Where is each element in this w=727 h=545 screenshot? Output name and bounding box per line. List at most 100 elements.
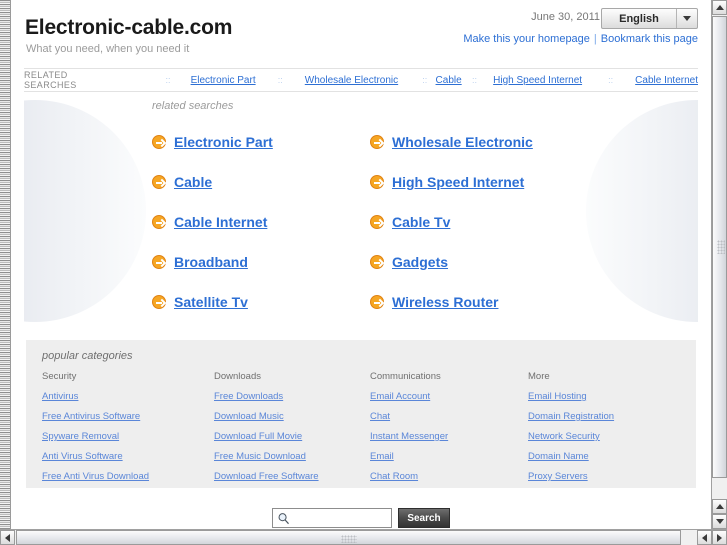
window-left-gutter	[0, 0, 11, 529]
triangle-up-icon	[715, 504, 724, 509]
scroll-right-button[interactable]	[712, 530, 727, 545]
related-search-link-8[interactable]: Satellite Tv	[174, 294, 248, 310]
related-search-link-5[interactable]: Cable Tv	[392, 214, 450, 230]
scroll-up-button[interactable]	[712, 0, 727, 15]
related-search-link-7[interactable]: Gadgets	[392, 254, 448, 270]
related-search-link-3[interactable]: High Speed Internet	[392, 174, 524, 190]
arrow-circle-right-icon	[152, 175, 166, 189]
category-link[interactable]: Antivirus	[42, 391, 214, 402]
related-searches-panel: related searches Electronic Part Wholesa…	[24, 92, 698, 332]
category-link[interactable]: Domain Registration	[528, 411, 680, 422]
scroll-up-button-secondary[interactable]	[712, 499, 727, 514]
dots-separator-icon: ::	[165, 75, 171, 85]
scroll-left-button-secondary[interactable]	[697, 530, 712, 545]
arrow-circle-right-icon	[152, 255, 166, 269]
page-title: Electronic-cable.com	[25, 16, 233, 39]
related-search-item[interactable]: Broadband	[152, 242, 370, 282]
browser-viewport: Electronic-cable.com What you need, when…	[0, 0, 727, 545]
category-column-downloads: Downloads Free Downloads Download Music …	[214, 371, 370, 491]
chevron-down-glyph	[683, 16, 691, 21]
category-link[interactable]: Network Security	[528, 431, 680, 442]
header-link-separator: |	[593, 33, 597, 45]
related-search-link-2[interactable]: Cable	[174, 174, 212, 190]
language-select-value: English	[619, 12, 659, 25]
page-content: Electronic-cable.com What you need, when…	[12, 0, 710, 529]
category-link[interactable]: Chat	[370, 411, 528, 422]
category-link[interactable]: Email Hosting	[528, 391, 680, 402]
related-bar-link-1[interactable]: Wholesale Electronic	[305, 75, 398, 86]
related-search-item[interactable]: Electronic Part	[152, 122, 370, 162]
related-search-item[interactable]: Gadgets	[370, 242, 582, 282]
language-select[interactable]: English	[601, 8, 698, 29]
dots-separator-icon: ::	[277, 75, 283, 85]
category-link[interactable]: Free Downloads	[214, 391, 370, 402]
search-button[interactable]: Search	[398, 508, 450, 528]
related-search-item[interactable]: Cable Internet	[152, 202, 370, 242]
category-title: Communications	[370, 371, 441, 382]
horizontal-scrollbar[interactable]	[0, 529, 727, 545]
current-date: June 30, 2011	[531, 11, 600, 23]
header-links: Make this your homepage | Bookmark this pa…	[463, 33, 698, 45]
category-link[interactable]: Domain Name	[528, 451, 680, 462]
site-tagline: What you need, when you need it	[26, 43, 190, 55]
search-input[interactable]	[293, 511, 387, 525]
category-link[interactable]: Email	[370, 451, 528, 462]
horizontal-scrollbar-thumb[interactable]	[16, 530, 681, 545]
related-search-link-6[interactable]: Broadband	[174, 254, 248, 270]
category-link[interactable]: Download Full Movie	[214, 431, 370, 442]
related-bar-link-3[interactable]: High Speed Internet	[493, 75, 582, 86]
related-search-item[interactable]: Wholesale Electronic	[370, 122, 582, 162]
related-search-link-9[interactable]: Wireless Router	[392, 294, 498, 310]
related-searches-grid: Electronic Part Wholesale Electronic Cab…	[152, 122, 582, 322]
scrollbar-grip-icon	[340, 535, 357, 543]
category-link[interactable]: Spyware Removal	[42, 431, 214, 442]
related-search-link-0[interactable]: Electronic Part	[174, 134, 273, 150]
arrow-circle-right-icon	[152, 135, 166, 149]
chevron-down-icon	[676, 9, 697, 28]
arrow-circle-right-icon	[152, 215, 166, 229]
scroll-down-button[interactable]	[712, 514, 727, 529]
related-search-link-4[interactable]: Cable Internet	[174, 214, 267, 230]
category-link[interactable]: Proxy Servers	[528, 471, 680, 482]
bookmark-page-link[interactable]: Bookmark this page	[601, 33, 698, 45]
category-link[interactable]: Download Free Software	[214, 471, 370, 482]
arrow-circle-right-icon	[370, 175, 384, 189]
category-link[interactable]: Free Music Download	[214, 451, 370, 462]
related-bar-link-4[interactable]: Cable Internet	[635, 75, 698, 86]
dots-separator-icon: ::	[471, 75, 477, 85]
related-search-link-1[interactable]: Wholesale Electronic	[392, 134, 533, 150]
related-bar-link-2[interactable]: Cable	[436, 75, 462, 86]
related-search-item[interactable]: Wireless Router	[370, 282, 582, 322]
dots-separator-icon: ::	[608, 75, 614, 85]
category-link[interactable]: Download Music	[214, 411, 370, 422]
related-search-item[interactable]: Satellite Tv	[152, 282, 370, 322]
related-search-item[interactable]: Cable Tv	[370, 202, 582, 242]
make-homepage-link[interactable]: Make this your homepage	[463, 33, 590, 45]
arrow-circle-right-icon	[370, 135, 384, 149]
triangle-left-icon	[702, 533, 707, 542]
category-link[interactable]: Chat Room	[370, 471, 528, 482]
category-link[interactable]: Anti Virus Software	[42, 451, 214, 462]
scrollbar-grip-icon	[717, 240, 725, 254]
category-link[interactable]: Free Anti Virus Download	[42, 471, 214, 482]
related-bar-link-0[interactable]: Electronic Part	[191, 75, 256, 86]
related-search-item[interactable]: High Speed Internet	[370, 162, 582, 202]
related-searches-bar-title: RELATED SEARCHES	[24, 70, 77, 90]
arrow-circle-right-icon	[370, 215, 384, 229]
related-searches-heading: related searches	[152, 100, 234, 112]
triangle-right-icon	[717, 533, 722, 542]
search-row: Search	[12, 508, 710, 528]
site-header: Electronic-cable.com What you need, when…	[12, 0, 710, 68]
scroll-left-button[interactable]	[0, 530, 15, 545]
vertical-scrollbar[interactable]	[711, 0, 727, 529]
arrow-circle-right-icon	[370, 255, 384, 269]
category-link[interactable]: Free Antivirus Software	[42, 411, 214, 422]
category-link[interactable]: Email Account	[370, 391, 528, 402]
popular-categories-heading: popular categories	[42, 350, 133, 362]
decorative-semicircle-left-icon	[24, 100, 146, 322]
vertical-scrollbar-thumb[interactable]	[712, 16, 727, 478]
search-box[interactable]	[272, 508, 392, 528]
related-search-item[interactable]: Cable	[152, 162, 370, 202]
triangle-left-icon	[5, 533, 10, 542]
category-link[interactable]: Instant Messenger	[370, 431, 528, 442]
